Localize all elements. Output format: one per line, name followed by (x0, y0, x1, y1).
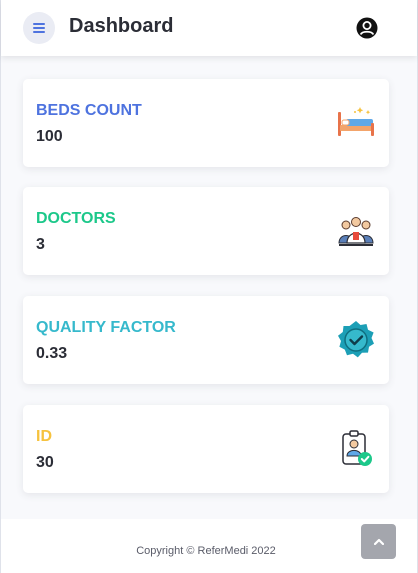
id-badge-icon (336, 429, 376, 469)
user-avatar-icon (356, 17, 378, 39)
page-title: Dashboard (69, 15, 174, 37)
id-value: 30 (36, 454, 54, 471)
doctors-group-icon (336, 211, 376, 251)
footer: Copyright © ReferMedi 2022 (1, 519, 417, 573)
user-menu-button[interactable] (356, 17, 378, 39)
sidebar-toggle-button[interactable] (23, 12, 55, 44)
quality-factor-card: QUALITY FACTOR 0.33 (23, 296, 389, 384)
topbar: Dashboard (1, 0, 417, 56)
beds-count-value: 100 (36, 128, 63, 145)
doctors-card: DOCTORS 3 (23, 187, 389, 275)
copyright-text: Copyright © ReferMedi 2022 (136, 545, 276, 557)
quality-factor-value: 0.33 (36, 345, 68, 362)
bed-icon (336, 103, 376, 143)
id-card: ID 30 (23, 405, 389, 493)
doctors-value: 3 (36, 236, 45, 253)
hamburger-menu-icon (33, 23, 45, 33)
scroll-to-top-button[interactable] (361, 524, 396, 559)
quality-factor-label: QUALITY FACTOR (36, 319, 176, 336)
doctors-label: DOCTORS (36, 210, 116, 227)
chevron-up-icon (373, 538, 384, 545)
verified-badge-icon (336, 320, 376, 360)
beds-count-label: BEDS COUNT (36, 102, 142, 119)
beds-count-card: BEDS COUNT 100 (23, 79, 389, 167)
id-label: ID (36, 428, 52, 445)
